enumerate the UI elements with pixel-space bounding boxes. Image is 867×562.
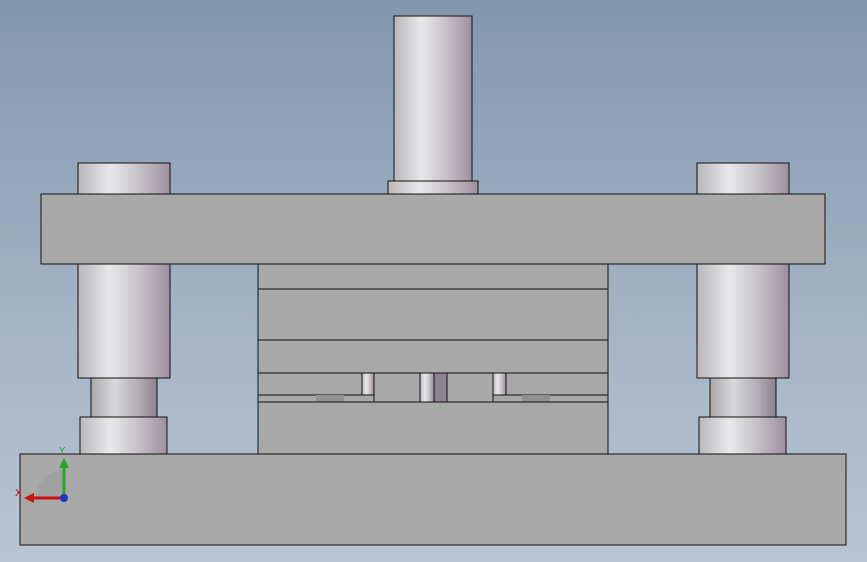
strip-layer-left <box>257 372 363 396</box>
triad-x-label: X <box>15 488 22 499</box>
right-guide-post-base <box>698 416 787 455</box>
right-guide-post <box>709 377 777 419</box>
right-guide-bushing <box>696 263 790 379</box>
shank-collar <box>387 180 479 195</box>
punch-center <box>419 372 435 403</box>
pilot-left <box>316 395 344 402</box>
shank <box>393 15 473 183</box>
triad-z-axis <box>60 494 68 502</box>
lower-die-block <box>257 401 609 455</box>
die-set-drawing[interactable]: X Y <box>0 0 867 562</box>
punch-center-dark <box>433 372 448 403</box>
left-guide-post-base <box>79 416 168 455</box>
right-guide-bushing-top <box>696 162 790 196</box>
triad-y-label: Y <box>58 446 66 457</box>
strip-layer-right <box>505 372 609 396</box>
punch-center-block-right <box>446 372 494 403</box>
graphics-viewport[interactable]: X Y <box>0 0 867 562</box>
stripper-plate <box>257 339 609 375</box>
pilot-right <box>522 395 550 402</box>
punch-right <box>492 372 507 396</box>
punch-left <box>361 372 375 396</box>
lower-die-shoe <box>19 453 847 546</box>
left-guide-bushing <box>77 263 171 379</box>
punch-holder-plate <box>257 263 609 291</box>
left-guide-post <box>90 377 158 419</box>
punch-plate <box>257 288 609 342</box>
upper-die-plate <box>40 193 826 265</box>
left-guide-bushing-top <box>77 162 171 196</box>
punch-center-block <box>373 372 421 403</box>
die-strip-right <box>492 394 609 403</box>
